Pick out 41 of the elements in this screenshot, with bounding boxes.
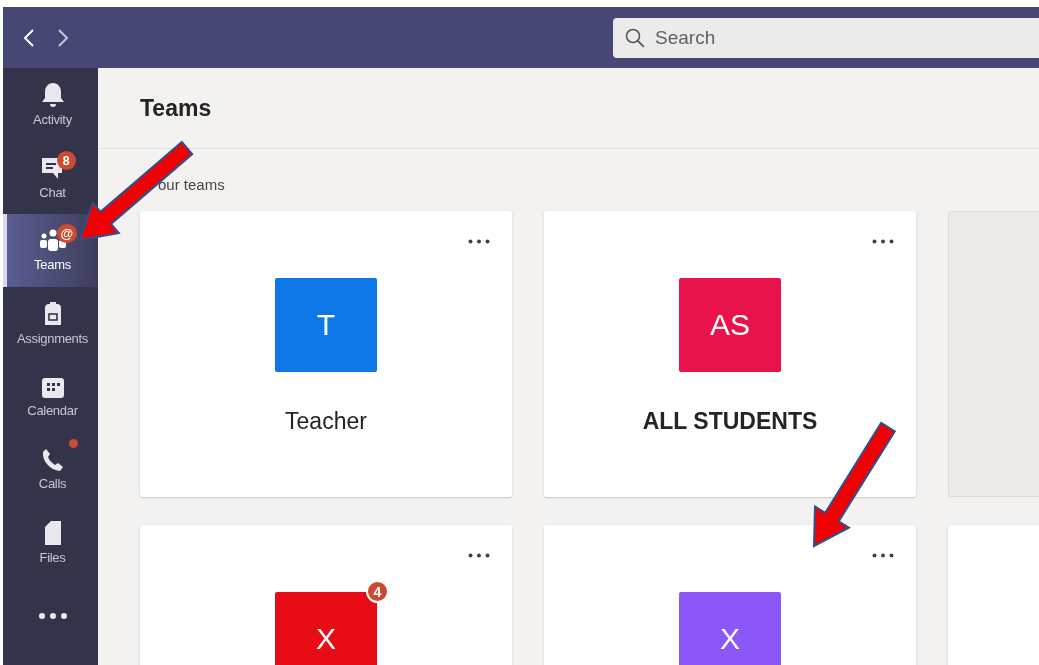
rail-item[interactable]: Assignments	[3, 287, 98, 360]
rail-item-label: Calls	[38, 476, 67, 491]
notification-badge: 8	[56, 151, 76, 170]
rail-item-label: Calendar	[27, 403, 78, 418]
rail-item[interactable]: Activity	[3, 68, 98, 141]
team-card[interactable]: AS ALL STUDENTS	[544, 211, 916, 497]
team-avatar: T	[275, 278, 377, 372]
back-icon[interactable]	[23, 27, 35, 48]
more-options-icon[interactable]	[468, 553, 490, 558]
team-card[interactable]: X 4	[140, 525, 512, 665]
phone-icon	[40, 448, 65, 472]
team-name: Teacher	[285, 408, 367, 435]
team-avatar: AS	[679, 278, 781, 372]
bell-icon	[40, 82, 65, 108]
team-card[interactable]: X	[544, 525, 916, 665]
notification-badge: 4	[366, 580, 389, 603]
notification-badge: @	[56, 224, 77, 243]
rail-item[interactable]: Calendar	[3, 360, 98, 433]
rail-item[interactable]: Chat 8	[3, 141, 98, 214]
more-options-icon[interactable]	[468, 239, 490, 244]
document-icon	[42, 520, 63, 546]
team-name: ALL STUDENTS	[642, 408, 818, 435]
section-label: our teams	[158, 176, 226, 193]
rail-item-label: Activity	[33, 112, 72, 127]
more-options-icon[interactable]	[872, 553, 894, 558]
rail-item-label: Chat	[39, 185, 66, 200]
rail-item-label: Teams	[34, 257, 71, 272]
more-options-icon[interactable]	[872, 239, 894, 244]
rail-item[interactable]: Calls	[3, 433, 98, 506]
page-title: Teams	[140, 94, 212, 122]
team-avatar: X	[679, 592, 781, 665]
rail-item[interactable]: Files	[3, 506, 98, 579]
rail-item-label: Files	[39, 550, 66, 565]
search-icon	[625, 27, 645, 48]
search-field[interactable]: Search	[613, 17, 1039, 58]
rail-item[interactable]: Teams @	[3, 214, 98, 287]
forward-icon[interactable]	[57, 27, 69, 48]
team-card[interactable]: T Teacher	[140, 211, 512, 497]
more-icon[interactable]	[37, 611, 68, 620]
calendar-icon	[40, 375, 65, 399]
rail-item-label: Assignments	[16, 331, 89, 346]
